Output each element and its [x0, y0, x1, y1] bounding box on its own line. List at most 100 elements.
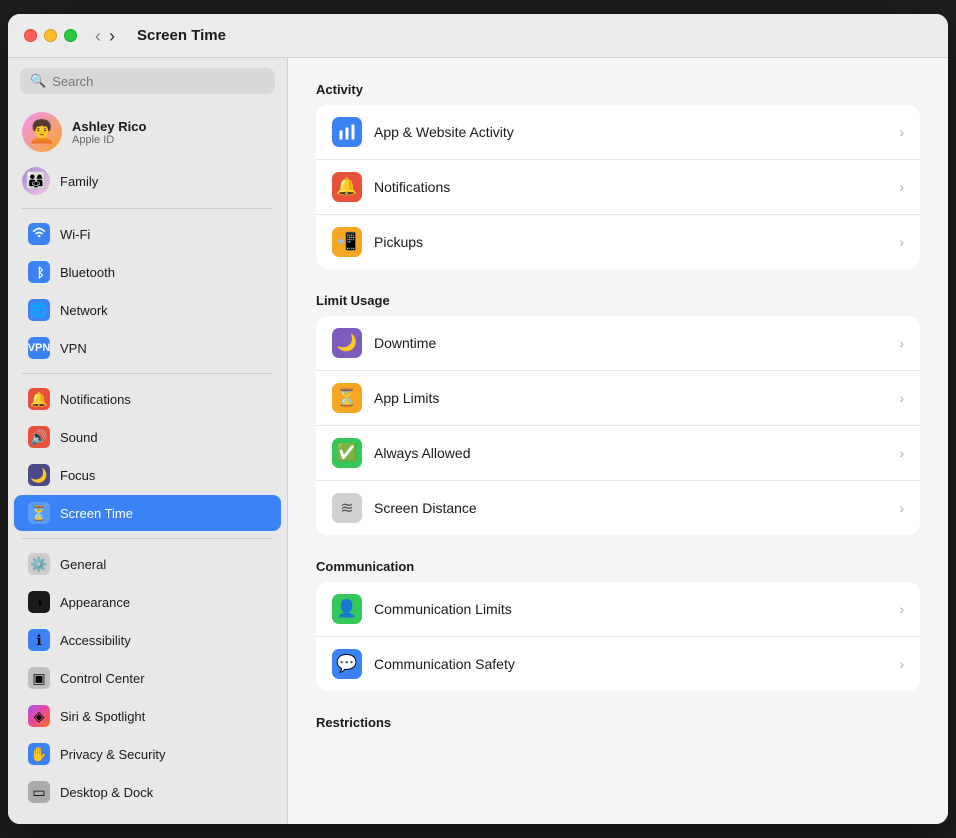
accessibility-icon: ℹ	[28, 629, 50, 651]
sidebar: 🔍 🧑‍🦱 Ashley Rico Apple ID 👨‍👩‍👧 Family	[8, 58, 288, 824]
sidebar-label-siri: Siri & Spotlight	[60, 709, 145, 724]
sidebar-item-family[interactable]: 👨‍👩‍👧 Family	[8, 160, 287, 202]
app-limits-chevron: ›	[899, 390, 904, 406]
communication-safety-item[interactable]: 💬 Communication Safety ›	[316, 637, 920, 691]
titlebar: ‹ › Screen Time	[8, 14, 948, 58]
section-header-activity: Activity	[316, 82, 920, 97]
downtime-chevron: ›	[899, 335, 904, 351]
pickups-chevron: ›	[899, 234, 904, 250]
sidebar-item-privacy[interactable]: ✋ Privacy & Security	[14, 736, 281, 772]
sidebar-item-focus[interactable]: 🌙 Focus	[14, 457, 281, 493]
search-icon: 🔍	[30, 73, 46, 89]
sidebar-divider-3	[22, 538, 273, 539]
communication-limits-chevron: ›	[899, 601, 904, 617]
privacy-icon: ✋	[28, 743, 50, 765]
sidebar-item-bluetooth[interactable]: ᛒ Bluetooth	[14, 254, 281, 290]
screen-distance-card-icon: ≋	[332, 493, 362, 523]
downtime-card-icon: 🌙	[332, 328, 362, 358]
desktop-icon: ▭	[28, 781, 50, 803]
section-header-communication: Communication	[316, 559, 920, 574]
focus-icon: 🌙	[28, 464, 50, 486]
section-header-limit: Limit Usage	[316, 293, 920, 308]
back-arrow[interactable]: ‹	[93, 27, 103, 45]
screen-distance-item[interactable]: ≋ Screen Distance ›	[316, 481, 920, 535]
sidebar-item-screentime[interactable]: ⏳ Screen Time	[14, 495, 281, 531]
window-title: Screen Time	[137, 27, 226, 44]
notifications-item[interactable]: 🔔 Notifications ›	[316, 160, 920, 215]
sidebar-label-general: General	[60, 557, 106, 572]
close-button[interactable]	[24, 29, 37, 42]
maximize-button[interactable]	[64, 29, 77, 42]
sidebar-label-network: Network	[60, 303, 108, 318]
sidebar-label-desktop: Desktop & Dock	[60, 785, 153, 800]
notifications-label: Notifications	[374, 179, 887, 195]
appearance-icon: ◑	[28, 591, 50, 613]
content-area: 🔍 🧑‍🦱 Ashley Rico Apple ID 👨‍👩‍👧 Family	[8, 58, 948, 824]
forward-arrow[interactable]: ›	[107, 27, 117, 45]
communication-limits-item[interactable]: 👤 Communication Limits ›	[316, 582, 920, 637]
sidebar-divider	[22, 208, 273, 209]
sidebar-item-notifications[interactable]: 🔔 Notifications	[14, 381, 281, 417]
profile-section[interactable]: 🧑‍🦱 Ashley Rico Apple ID	[8, 104, 287, 160]
screentime-icon: ⏳	[28, 502, 50, 524]
communication-card: 👤 Communication Limits › 💬 Communication…	[316, 582, 920, 691]
sidebar-item-wifi[interactable]: Wi-Fi	[14, 216, 281, 252]
always-allowed-label: Always Allowed	[374, 445, 887, 461]
sidebar-item-general[interactable]: ⚙️ General	[14, 546, 281, 582]
general-icon: ⚙️	[28, 553, 50, 575]
sidebar-label-appearance: Appearance	[60, 595, 130, 610]
app-limits-label: App Limits	[374, 390, 887, 406]
vpn-icon: VPN	[28, 337, 50, 359]
app-activity-icon	[332, 117, 362, 147]
search-bar[interactable]: 🔍	[20, 68, 275, 94]
minimize-button[interactable]	[44, 29, 57, 42]
pickups-label: Pickups	[374, 234, 887, 250]
pickups-card-icon: 📲	[332, 227, 362, 257]
sidebar-label-notifications: Notifications	[60, 392, 131, 407]
notifications-icon: 🔔	[28, 388, 50, 410]
profile-text: Ashley Rico Apple ID	[72, 119, 146, 146]
app-limits-card-icon: ⏳	[332, 383, 362, 413]
notifications-chevron: ›	[899, 179, 904, 195]
sidebar-label-focus: Focus	[60, 468, 95, 483]
screen-distance-label: Screen Distance	[374, 500, 887, 516]
app-window: ‹ › Screen Time 🔍 🧑‍🦱 Ashley Rico Apple …	[8, 14, 948, 824]
app-limits-item[interactable]: ⏳ App Limits ›	[316, 371, 920, 426]
sidebar-label-screentime: Screen Time	[60, 506, 133, 521]
nav-arrows: ‹ ›	[93, 27, 117, 45]
app-activity-chevron: ›	[899, 124, 904, 140]
search-input[interactable]	[52, 74, 265, 89]
screen-distance-chevron: ›	[899, 500, 904, 516]
app-activity-label: App & Website Activity	[374, 124, 887, 140]
family-label: Family	[60, 174, 98, 189]
app-website-activity-item[interactable]: App & Website Activity ›	[316, 105, 920, 160]
network-icon: 🌐	[28, 299, 50, 321]
sidebar-item-desktop[interactable]: ▭ Desktop & Dock	[14, 774, 281, 810]
sidebar-item-siri[interactable]: ◈ Siri & Spotlight	[14, 698, 281, 734]
main-content: Activity App & Website Activity › 🔔 Noti…	[288, 58, 948, 824]
sidebar-item-controlcenter[interactable]: ▣ Control Center	[14, 660, 281, 696]
avatar: 🧑‍🦱	[22, 112, 62, 152]
sidebar-item-network[interactable]: 🌐 Network	[14, 292, 281, 328]
wifi-icon	[28, 223, 50, 245]
sidebar-item-vpn[interactable]: VPN VPN	[14, 330, 281, 366]
sidebar-item-appearance[interactable]: ◑ Appearance	[14, 584, 281, 620]
downtime-item[interactable]: 🌙 Downtime ›	[316, 316, 920, 371]
activity-card: App & Website Activity › 🔔 Notifications…	[316, 105, 920, 269]
sidebar-divider-2	[22, 373, 273, 374]
communication-safety-chevron: ›	[899, 656, 904, 672]
sidebar-label-vpn: VPN	[60, 341, 87, 356]
limit-card: 🌙 Downtime › ⏳ App Limits › ✅ Always All…	[316, 316, 920, 535]
profile-sub: Apple ID	[72, 134, 146, 146]
sidebar-item-accessibility[interactable]: ℹ Accessibility	[14, 622, 281, 658]
sidebar-item-sound[interactable]: 🔊 Sound	[14, 419, 281, 455]
sidebar-label-privacy: Privacy & Security	[60, 747, 165, 762]
communication-limits-label: Communication Limits	[374, 601, 887, 617]
profile-name: Ashley Rico	[72, 119, 146, 134]
communication-limits-icon: 👤	[332, 594, 362, 624]
sidebar-label-accessibility: Accessibility	[60, 633, 131, 648]
pickups-item[interactable]: 📲 Pickups ›	[316, 215, 920, 269]
communication-safety-label: Communication Safety	[374, 656, 887, 672]
bluetooth-icon: ᛒ	[28, 261, 50, 283]
always-allowed-item[interactable]: ✅ Always Allowed ›	[316, 426, 920, 481]
